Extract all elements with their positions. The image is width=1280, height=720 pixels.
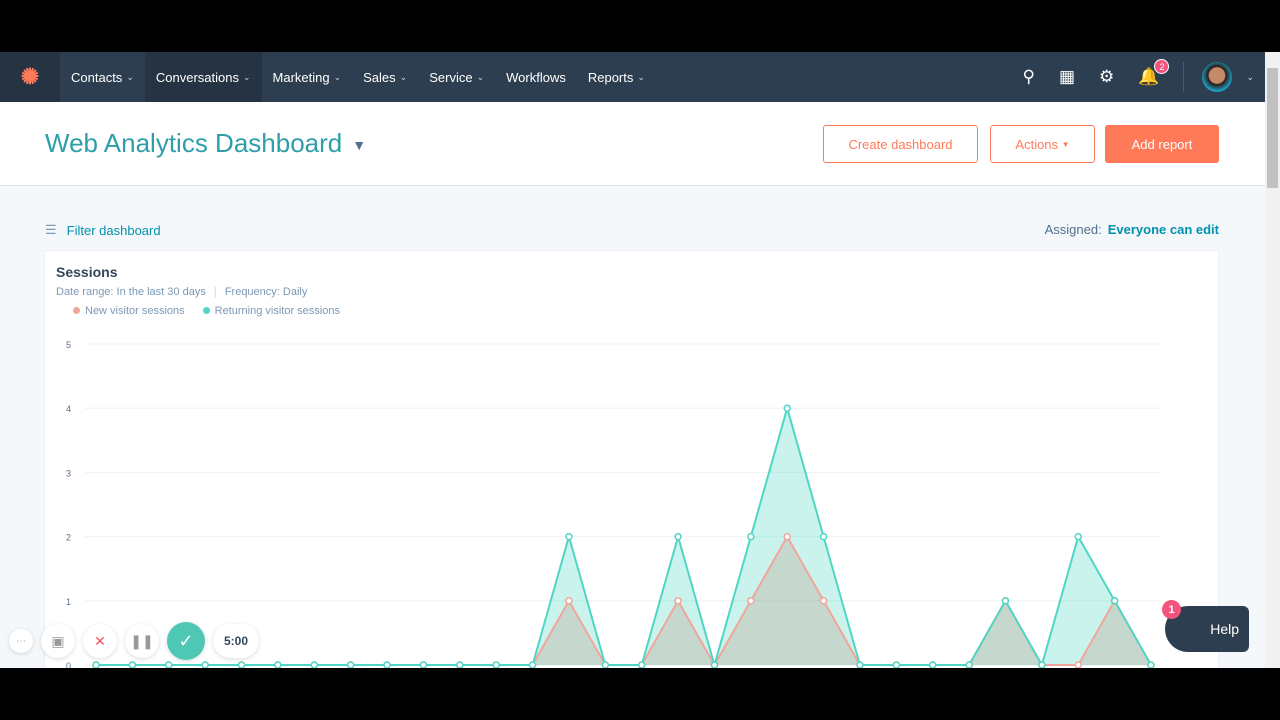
- page-title: Web Analytics Dashboard: [45, 128, 343, 158]
- nav-item-service[interactable]: Service ⌄: [418, 52, 495, 102]
- help-badge: 1: [1162, 600, 1181, 619]
- data-point[interactable]: [819, 597, 828, 605]
- sessions-chart: 0 1 2 3 4 5: [66, 340, 1161, 668]
- close-icon[interactable]: ✕: [83, 624, 117, 658]
- y-tick-label: 3: [66, 468, 71, 478]
- data-point[interactable]: [528, 661, 537, 668]
- nav-label: Service: [429, 69, 473, 85]
- data-point[interactable]: [310, 661, 319, 668]
- assigned-link[interactable]: Everyone can edit: [1108, 222, 1219, 237]
- chevron-down-icon: ⌄: [476, 71, 485, 82]
- data-point[interactable]: [1110, 597, 1119, 605]
- sessions-report-card: Sessions Date range: In the last 30 days…: [44, 250, 1219, 668]
- scrollbar-thumb[interactable]: [1267, 68, 1278, 188]
- nav-item-marketing[interactable]: Marketing ⌄: [262, 52, 353, 102]
- data-point[interactable]: [601, 661, 610, 668]
- data-point[interactable]: [92, 661, 100, 668]
- recorder-controls: ⋯ ▣ ✕ ❚❚ ✓ 5:00: [9, 622, 259, 660]
- data-point[interactable]: [201, 661, 209, 668]
- chevron-down-icon[interactable]: ⌄: [1246, 72, 1254, 83]
- y-tick-label: 0: [66, 661, 71, 668]
- data-point[interactable]: [237, 661, 246, 668]
- data-point[interactable]: [637, 661, 646, 668]
- nav-label: Contacts: [71, 69, 123, 85]
- data-point[interactable]: [419, 661, 428, 668]
- marketplace-icon[interactable]: ▦: [1059, 67, 1075, 87]
- data-point[interactable]: [928, 661, 937, 668]
- create-dashboard-button[interactable]: Create dashboard: [823, 125, 978, 163]
- assigned: Assigned: Everyone can edit: [1045, 222, 1219, 237]
- nav-item-reports[interactable]: Reports ⌄: [577, 52, 656, 102]
- y-tick-label: 5: [66, 340, 71, 350]
- data-point[interactable]: [1074, 661, 1082, 668]
- nav-item-sales[interactable]: Sales ⌄: [352, 52, 418, 102]
- data-point[interactable]: [1074, 532, 1082, 541]
- search-icon[interactable]: ⚲: [1023, 67, 1035, 87]
- data-point[interactable]: [965, 661, 973, 668]
- data-point[interactable]: [346, 661, 355, 668]
- check-icon[interactable]: ✓: [167, 622, 205, 660]
- assigned-label: Assigned:: [1044, 222, 1102, 237]
- chevron-down-icon: ⌄: [333, 71, 342, 82]
- data-point[interactable]: [565, 597, 573, 605]
- nav-label: Sales: [363, 69, 396, 85]
- add-report-button[interactable]: Add report: [1105, 125, 1219, 163]
- chevron-down-icon: ⌄: [637, 71, 645, 82]
- data-point[interactable]: [128, 661, 137, 668]
- chevron-down-icon: ⌄: [126, 71, 134, 82]
- nav-label: Reports: [587, 69, 634, 85]
- y-tick-label: 2: [66, 533, 71, 543]
- pause-icon[interactable]: ❚❚: [125, 624, 159, 658]
- chevron-down-icon: ⌄: [242, 71, 251, 82]
- data-point[interactable]: [165, 661, 173, 668]
- nav-label: Marketing: [272, 69, 330, 85]
- filter-label: Filter dashboard: [66, 222, 161, 238]
- data-point[interactable]: [383, 661, 391, 668]
- data-point[interactable]: [456, 661, 464, 668]
- app: ✺ Contacts ⌄ Conversations ⌄ Marketing ⌄ Sales…: [0, 52, 1280, 668]
- data-point[interactable]: [1147, 661, 1155, 668]
- data-point[interactable]: [747, 597, 755, 605]
- actions-button[interactable]: Actions ▼: [990, 125, 1095, 163]
- data-point[interactable]: [856, 661, 864, 668]
- data-point[interactable]: [783, 532, 791, 541]
- data-point[interactable]: [492, 661, 500, 668]
- gear-icon[interactable]: ⚙: [1099, 67, 1114, 87]
- notification-badge: 2: [1154, 59, 1170, 74]
- sliders-icon: ☰: [45, 222, 57, 237]
- data-point[interactable]: [674, 532, 682, 541]
- dashboard-title[interactable]: Web Analytics Dashboard ▼: [45, 128, 366, 159]
- y-tick-label: 1: [66, 597, 71, 607]
- data-point[interactable]: [1038, 661, 1046, 668]
- data-point[interactable]: [1001, 597, 1010, 605]
- data-point[interactable]: [819, 532, 828, 541]
- y-tick-label: 4: [66, 404, 71, 414]
- nav-label: Conversations: [155, 69, 239, 85]
- camera-icon[interactable]: ▣: [41, 624, 75, 658]
- avatar[interactable]: [1202, 62, 1233, 92]
- filter-dashboard-button[interactable]: ☰ Filter dashboard: [45, 222, 161, 238]
- caret-down-icon: ▼: [1061, 139, 1070, 149]
- nav-item-contacts[interactable]: Contacts ⌄: [60, 52, 145, 102]
- scrollbar[interactable]: [1265, 52, 1280, 668]
- hubspot-logo-icon[interactable]: ✺: [0, 52, 60, 102]
- top-nav: ✺ Contacts ⌄ Conversations ⌄ Marketing ⌄ Sales…: [0, 52, 1280, 102]
- data-point[interactable]: [674, 597, 682, 605]
- data-point[interactable]: [747, 532, 755, 541]
- caret-down-icon[interactable]: ▼: [352, 137, 366, 153]
- data-point[interactable]: [892, 661, 901, 668]
- data-point[interactable]: [710, 661, 719, 668]
- bell-icon[interactable]: 🔔 2: [1138, 59, 1170, 87]
- more-icon[interactable]: ⋯: [9, 629, 33, 653]
- help-label: Help: [1210, 621, 1239, 637]
- chevron-down-icon: ⌄: [399, 71, 408, 82]
- data-point[interactable]: [274, 661, 282, 668]
- nav-item-workflows[interactable]: Workflows: [495, 52, 577, 102]
- actions-label: Actions: [1015, 136, 1059, 152]
- timer: 5:00: [213, 624, 259, 658]
- data-point[interactable]: [783, 404, 791, 412]
- nav-label: Workflows: [506, 69, 566, 85]
- nav-item-conversations[interactable]: Conversations ⌄: [144, 52, 262, 102]
- data-point[interactable]: [565, 532, 573, 541]
